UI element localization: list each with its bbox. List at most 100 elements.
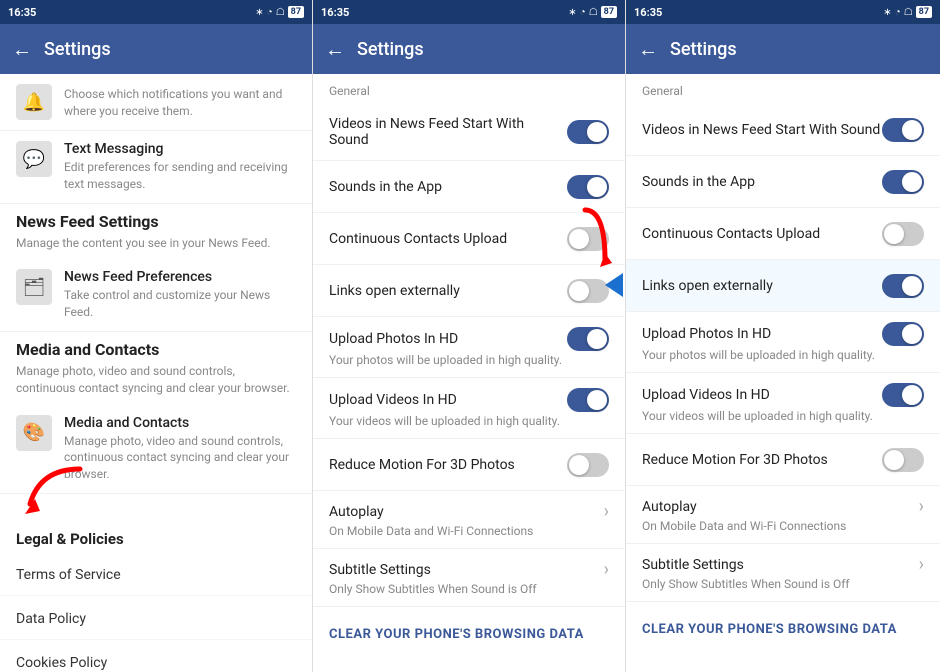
back-button-2[interactable]: ← bbox=[325, 37, 345, 62]
subtitle-row-main-3: Subtitle Settings › bbox=[642, 554, 924, 575]
cookies-item[interactable]: Cookies Policy bbox=[0, 640, 312, 672]
page-title-3: Settings bbox=[670, 39, 737, 60]
setting-row-sounds-3: Sounds in the App bbox=[626, 156, 940, 208]
legal-section: Legal & Policies bbox=[0, 514, 312, 552]
clear-btn-2[interactable]: CLEAR YOUR PHONE'S BROWSING DATA bbox=[313, 607, 625, 658]
setting-label-photos-3: Upload Photos In HD bbox=[642, 326, 882, 342]
setting-sub-subtitle-2: Only Show Subtitles When Sound is Off bbox=[329, 582, 537, 596]
toggle-motion-2[interactable] bbox=[567, 453, 609, 477]
news-feed-prefs-title: News Feed Preferences bbox=[64, 269, 296, 285]
setting-row-autoplay-2[interactable]: Autoplay › On Mobile Data and Wi-Fi Conn… bbox=[313, 491, 625, 549]
news-feed-title: News Feed Settings bbox=[16, 212, 296, 231]
signal-icon-3: ☖ bbox=[904, 7, 913, 18]
wifi-icon-2: ◔ bbox=[580, 7, 586, 18]
subtitle-row-main-2: Subtitle Settings › bbox=[329, 559, 609, 580]
text-messaging-item[interactable]: 💬 Text Messaging Edit preferences for se… bbox=[0, 131, 312, 204]
status-icons-2: ∗ ◔ ☖ 87 bbox=[568, 6, 617, 18]
news-feed-section: News Feed Settings Manage the content yo… bbox=[0, 204, 312, 260]
setting-sub-photos-3: Your photos will be uploaded in high qua… bbox=[642, 348, 875, 362]
setting-row-links-3: Links open externally bbox=[626, 260, 940, 312]
bluetooth-icon: ∗ bbox=[255, 7, 263, 18]
toggle-vid-hd-2[interactable] bbox=[567, 388, 609, 412]
vid-hd-row-main-3: Upload Videos In HD bbox=[642, 383, 924, 407]
clear-btn-label-3: CLEAR YOUR PHONE'S BROWSING DATA bbox=[642, 622, 897, 637]
notifications-icon: 🔔 bbox=[16, 84, 52, 120]
content-1: 🔔 Choose which notifications you want an… bbox=[0, 74, 312, 672]
toggle-vid-hd-3[interactable] bbox=[882, 383, 924, 407]
toggle-sounds-2[interactable] bbox=[567, 175, 609, 199]
toggle-links-2[interactable] bbox=[567, 279, 609, 303]
signal-icon: ☖ bbox=[276, 7, 285, 18]
setting-label-contacts-2: Continuous Contacts Upload bbox=[329, 231, 567, 247]
setting-label-vid-hd-2: Upload Videos In HD bbox=[329, 392, 567, 408]
setting-row-motion-2: Reduce Motion For 3D Photos bbox=[313, 439, 625, 491]
status-bar-2: 16:35 ∗ ◔ ☖ 87 bbox=[313, 0, 625, 24]
setting-row-videos-2: Videos in News Feed Start With Sound bbox=[313, 104, 625, 161]
back-button-3[interactable]: ← bbox=[638, 37, 658, 62]
status-bar-3: 16:35 ∗ ◔ ☖ 87 bbox=[626, 0, 940, 24]
text-messaging-title: Text Messaging bbox=[64, 141, 296, 157]
setting-row-photos-2: Upload Photos In HD Your photos will be … bbox=[313, 317, 625, 378]
setting-label-links-3: Links open externally bbox=[642, 278, 882, 294]
chevron-right-autoplay-3: › bbox=[919, 496, 924, 517]
photos-row-main-3: Upload Photos In HD bbox=[642, 322, 924, 346]
setting-row-videos-3: Videos in News Feed Start With Sound bbox=[626, 104, 940, 156]
time-2: 16:35 bbox=[321, 6, 349, 19]
setting-row-subtitle-2[interactable]: Subtitle Settings › Only Show Subtitles … bbox=[313, 549, 625, 607]
setting-sub-autoplay-2: On Mobile Data and Wi-Fi Connections bbox=[329, 524, 533, 538]
notifications-item: 🔔 Choose which notifications you want an… bbox=[0, 74, 312, 131]
terms-item[interactable]: Terms of Service bbox=[0, 552, 312, 596]
time-1: 16:35 bbox=[8, 6, 36, 19]
toggle-sounds-3[interactable] bbox=[882, 170, 924, 194]
status-icons-3: ∗ ◔ ☖ 87 bbox=[883, 6, 932, 18]
toggle-contacts-2[interactable] bbox=[567, 227, 609, 251]
clear-btn-label-2: CLEAR YOUR PHONE'S BROWSING DATA bbox=[329, 627, 584, 642]
setting-row-vid-hd-2: Upload Videos In HD Your videos will be … bbox=[313, 378, 625, 439]
setting-sub-vid-hd-3: Your videos will be uploaded in high qua… bbox=[642, 409, 873, 423]
toggle-videos-2[interactable] bbox=[567, 120, 609, 144]
setting-row-subtitle-3[interactable]: Subtitle Settings › Only Show Subtitles … bbox=[626, 544, 940, 602]
text-messaging-text: Text Messaging Edit preferences for send… bbox=[64, 141, 296, 193]
bluetooth-icon-2: ∗ bbox=[568, 7, 576, 18]
terms-label: Terms of Service bbox=[16, 567, 121, 583]
wifi-icon-3: ◔ bbox=[895, 7, 901, 18]
back-button-1[interactable]: ← bbox=[12, 37, 32, 62]
autoplay-row-main-3: Autoplay › bbox=[642, 496, 924, 517]
text-messaging-desc: Edit preferences for sending and receivi… bbox=[64, 159, 296, 193]
news-feed-prefs-item[interactable]: 🗂 News Feed Preferences Take control and… bbox=[0, 259, 312, 332]
toggle-videos-3[interactable] bbox=[882, 118, 924, 142]
clear-btn-3[interactable]: CLEAR YOUR PHONE'S BROWSING DATA bbox=[626, 602, 940, 653]
toggle-photos-2[interactable] bbox=[567, 327, 609, 351]
setting-row-vid-hd-3: Upload Videos In HD Your videos will be … bbox=[626, 373, 940, 434]
toggle-photos-3[interactable] bbox=[882, 322, 924, 346]
header-3: ← Settings bbox=[626, 24, 940, 74]
signal-icon-2: ☖ bbox=[589, 7, 598, 18]
media-contacts-desc: Manage photo, video and sound controls, … bbox=[16, 363, 296, 397]
setting-label-sounds-2: Sounds in the App bbox=[329, 179, 567, 195]
setting-row-sounds-2: Sounds in the App bbox=[313, 161, 625, 213]
section-label-2: General bbox=[313, 74, 625, 104]
media-contacts-item[interactable]: 🎨 Media and Contacts Manage photo, video… bbox=[0, 405, 312, 494]
news-feed-prefs-text: News Feed Preferences Take control and c… bbox=[64, 269, 296, 321]
data-policy-item[interactable]: Data Policy bbox=[0, 596, 312, 640]
battery-level-1: 87 bbox=[288, 6, 304, 18]
data-policy-label: Data Policy bbox=[16, 611, 86, 627]
header-2: ← Settings bbox=[313, 24, 625, 74]
toggle-links-3[interactable] bbox=[882, 274, 924, 298]
setting-sub-subtitle-3: Only Show Subtitles When Sound is Off bbox=[642, 577, 850, 591]
photos-row-main-2: Upload Photos In HD bbox=[329, 327, 609, 351]
panel-right: 16:35 ∗ ◔ ☖ 87 ← Settings General Videos… bbox=[626, 0, 940, 672]
media-contacts-section: Media and Contacts Manage photo, video a… bbox=[0, 332, 312, 405]
setting-row-motion-3: Reduce Motion For 3D Photos bbox=[626, 434, 940, 486]
notifications-desc: Choose which notifications you want and … bbox=[64, 86, 296, 120]
setting-row-autoplay-3[interactable]: Autoplay › On Mobile Data and Wi-Fi Conn… bbox=[626, 486, 940, 544]
toggle-motion-3[interactable] bbox=[882, 448, 924, 472]
media-contacts-icon: 🎨 bbox=[16, 415, 52, 451]
chevron-right-subtitle-2: › bbox=[604, 559, 609, 580]
setting-label-photos-2: Upload Photos In HD bbox=[329, 331, 567, 347]
toggle-contacts-3[interactable] bbox=[882, 222, 924, 246]
setting-label-contacts-3: Continuous Contacts Upload bbox=[642, 226, 882, 242]
content-2: General Videos in News Feed Start With S… bbox=[313, 74, 625, 672]
autoplay-row-main-2: Autoplay › bbox=[329, 501, 609, 522]
setting-row-links-2: Links open externally bbox=[313, 265, 625, 317]
